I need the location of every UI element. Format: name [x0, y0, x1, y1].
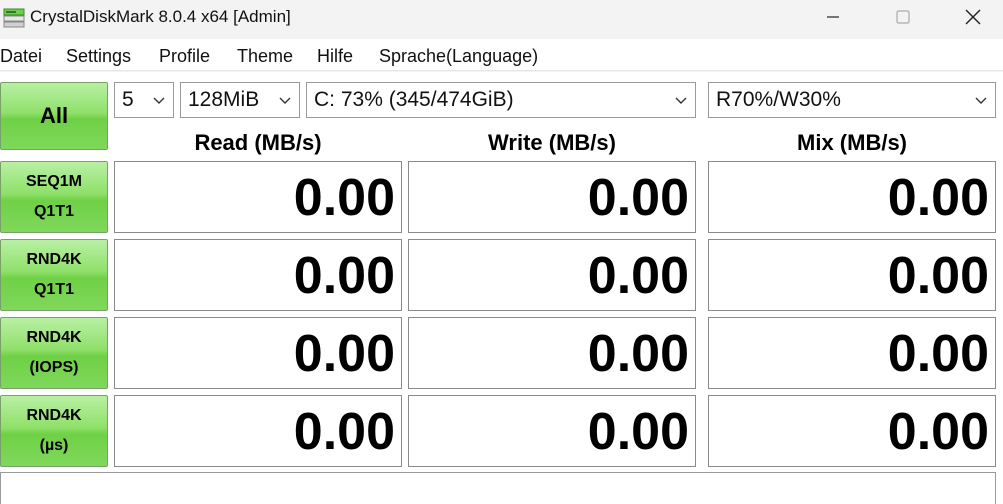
drive-value: C: 73% (345/474GiB)	[314, 88, 514, 111]
crystaldiskmark-app-icon	[3, 8, 25, 28]
mix-ratio-value: R70%/W30%	[716, 88, 841, 111]
seq1m-q1t1-button[interactable]: SEQ1M Q1T1	[0, 161, 108, 233]
test-count-select[interactable]: 5	[114, 82, 174, 118]
maximize-button[interactable]	[880, 0, 926, 34]
comment-input[interactable]	[0, 472, 996, 504]
read-header: Read (MB/s)	[194, 130, 322, 155]
seq1m-read-result: 0.00	[114, 161, 402, 233]
maximize-icon	[896, 10, 910, 24]
test-label-line2: (IOPS)	[29, 359, 79, 376]
window-title: CrystalDiskMark 8.0.4 x64 [Admin]	[30, 7, 291, 26]
test-label-line2: (µs)	[39, 437, 69, 454]
all-button[interactable]: All	[0, 82, 108, 150]
test-size-value: 128MiB	[188, 88, 260, 111]
write-header: Write (MB/s)	[488, 130, 616, 155]
menu-bar: Datei Settings Profile Theme Hilfe Sprac…	[0, 39, 1003, 71]
chevron-down-icon	[675, 97, 687, 104]
title-bar: CrystalDiskMark 8.0.4 x64 [Admin]	[0, 0, 1003, 36]
minimize-button[interactable]	[810, 0, 856, 34]
rnd4k-q1t1-mix-result: 0.00	[708, 239, 996, 311]
chevron-down-icon	[153, 97, 165, 104]
test-label-line1: SEQ1M	[25, 173, 82, 190]
rnd4k-q1t1-write-result: 0.00	[408, 239, 696, 311]
chevron-down-icon	[975, 97, 987, 104]
test-label-line2: Q1T1	[33, 281, 74, 298]
rnd4k-latency-button[interactable]: RND4K (µs)	[0, 395, 108, 467]
test-label-line2: Q1T1	[33, 203, 74, 220]
menu-theme[interactable]: Theme	[237, 45, 293, 67]
rnd4k-iops-button[interactable]: RND4K (IOPS)	[0, 317, 108, 389]
test-label-line1: RND4K	[26, 251, 82, 268]
mix-header: Mix (MB/s)	[797, 130, 907, 155]
chevron-down-icon	[279, 97, 291, 104]
menu-hilfe[interactable]: Hilfe	[317, 45, 353, 67]
menu-language[interactable]: Sprache(Language)	[379, 45, 538, 67]
test-count-value: 5	[122, 88, 134, 111]
rnd4k-iops-read-result: 0.00	[114, 317, 402, 389]
close-button[interactable]	[950, 0, 996, 34]
rnd4k-iops-write-result: 0.00	[408, 317, 696, 389]
menu-datei[interactable]: Datei	[0, 45, 42, 67]
test-size-select[interactable]: 128MiB	[180, 82, 300, 118]
seq1m-mix-result: 0.00	[708, 161, 996, 233]
rnd4k-latency-write-result: 0.00	[408, 395, 696, 467]
test-label-line1: RND4K	[26, 407, 82, 424]
rnd4k-latency-read-result: 0.00	[114, 395, 402, 467]
seq1m-write-result: 0.00	[408, 161, 696, 233]
drive-select[interactable]: C: 73% (345/474GiB)	[306, 82, 696, 118]
test-label-line1: RND4K	[26, 329, 82, 346]
menu-profile[interactable]: Profile	[159, 45, 210, 67]
rnd4k-latency-mix-result: 0.00	[708, 395, 996, 467]
minimize-icon	[827, 16, 839, 18]
mix-ratio-select[interactable]: R70%/W30%	[708, 82, 996, 118]
menu-settings[interactable]: Settings	[66, 45, 131, 67]
rnd4k-q1t1-read-result: 0.00	[114, 239, 402, 311]
close-icon	[965, 9, 981, 25]
rnd4k-q1t1-button[interactable]: RND4K Q1T1	[0, 239, 108, 311]
all-button-label: All	[39, 103, 69, 128]
rnd4k-iops-mix-result: 0.00	[708, 317, 996, 389]
main-panel: All 5 128MiB C: 73% (345/474GiB) R70%/W3…	[0, 72, 1003, 504]
